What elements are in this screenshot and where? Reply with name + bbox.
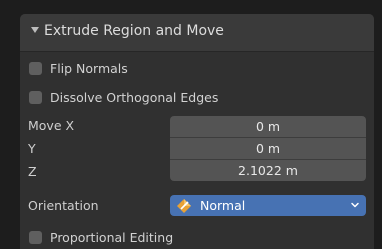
flip-normals-label: Flip Normals [50,60,128,76]
proportional-editing-label: Proportional Editing [50,229,174,245]
normal-orientation-icon [177,198,191,213]
panel-header[interactable]: Extrude Region and Move [20,14,374,52]
panel-title: Extrude Region and Move [44,23,224,39]
collapse-triangle-icon[interactable] [31,27,39,33]
move-z-label: Z [28,164,37,179]
proportional-editing-row[interactable]: Proportional Editing [29,227,173,247]
move-y-label: Y [28,141,36,156]
move-x-label: Move X [28,118,75,133]
flip-normals-row[interactable]: Flip Normals [29,58,128,78]
dissolve-orthogonal-edges-checkbox[interactable] [29,90,42,104]
orientation-value: Normal [200,198,246,213]
orientation-dropdown[interactable]: Normal [170,195,366,216]
move-y-field[interactable]: 0 m [170,138,366,159]
dissolve-orthogonal-edges-row[interactable]: Dissolve Orthogonal Edges [29,87,218,107]
proportional-editing-checkbox[interactable] [29,230,42,244]
move-z-field[interactable]: 2.1022 m [170,160,366,181]
orientation-label: Orientation [28,198,99,213]
operator-panel: Extrude Region and Move Flip Normals Dis… [20,14,374,249]
dissolve-orthogonal-edges-label: Dissolve Orthogonal Edges [50,89,219,105]
chevron-down-icon [351,202,359,208]
flip-normals-checkbox[interactable] [29,61,42,75]
move-x-field[interactable]: 0 m [170,116,366,137]
